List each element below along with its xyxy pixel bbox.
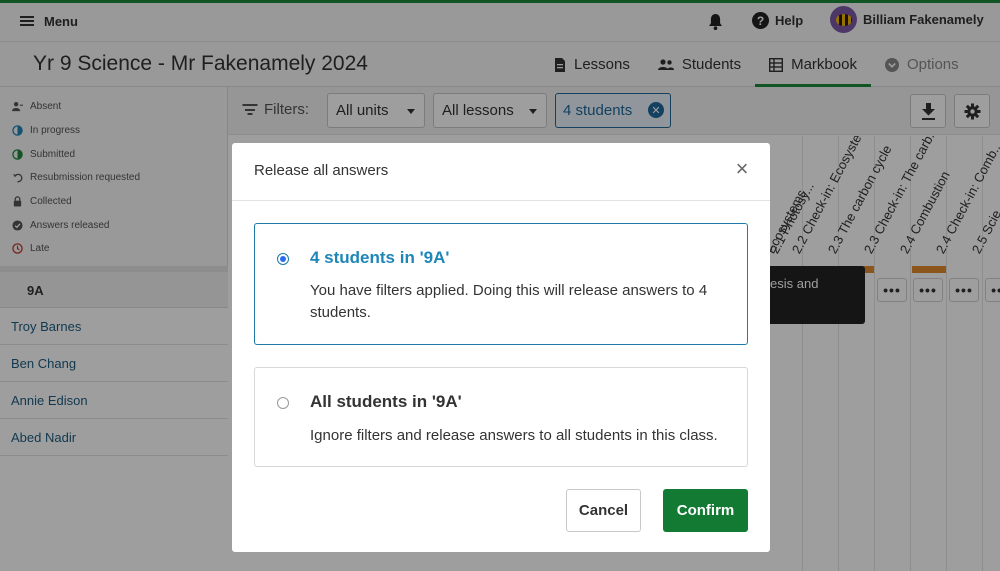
- option-title: 4 students in '9A': [310, 248, 450, 267]
- cancel-button[interactable]: Cancel: [566, 489, 641, 532]
- close-icon[interactable]: ×: [732, 158, 752, 180]
- radio-button[interactable]: [277, 397, 289, 409]
- option-filtered-students[interactable]: 4 students in '9A' You have filters appl…: [254, 223, 748, 345]
- dialog-header: Release all answers ×: [232, 143, 770, 201]
- option-all-students[interactable]: All students in '9A' Ignore filters and …: [254, 367, 748, 467]
- release-answers-dialog: Release all answers × 4 students in '9A'…: [232, 143, 770, 552]
- confirm-button[interactable]: Confirm: [663, 489, 748, 532]
- radio-button[interactable]: [277, 253, 289, 265]
- option-title: All students in '9A': [310, 392, 462, 411]
- option-description: Ignore filters and release answers to al…: [310, 427, 718, 444]
- option-description: You have filters applied. Doing this wil…: [310, 282, 708, 321]
- dialog-title: Release all answers: [254, 162, 389, 179]
